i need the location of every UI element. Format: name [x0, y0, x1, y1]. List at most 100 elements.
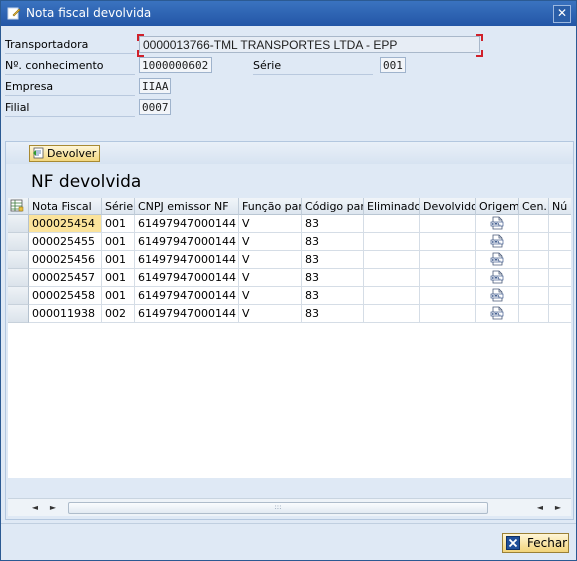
xml-document-icon[interactable] [490, 306, 504, 320]
col-header-numero[interactable]: Nú [549, 198, 571, 215]
row-selector[interactable] [8, 233, 29, 251]
col-header-serie[interactable]: Série [102, 198, 135, 215]
xml-document-icon[interactable] [490, 288, 504, 302]
close-button[interactable]: ✕ [553, 5, 571, 23]
cell-nota-fiscal[interactable]: 000025455 [29, 233, 102, 251]
cell-eliminado[interactable] [364, 287, 420, 305]
cell-devolvido[interactable] [420, 233, 476, 251]
cell-cnpj[interactable]: 61497947000144 [135, 251, 239, 269]
col-header-funcao-par[interactable]: Função par [239, 198, 302, 215]
cell-serie[interactable]: 001 [102, 269, 135, 287]
cell-nota-fiscal[interactable]: 000011938 [29, 305, 102, 323]
transportadora-field[interactable]: 0000013766-TML TRANSPORTES LTDA - EPP [139, 36, 480, 53]
cell-eliminado[interactable] [364, 251, 420, 269]
xml-document-icon[interactable] [490, 270, 504, 284]
scroll-left-icon[interactable]: ◄ [28, 501, 42, 514]
empresa-field[interactable]: IIAA [139, 78, 171, 94]
cell-cnpj[interactable]: 61497947000144 [135, 287, 239, 305]
cell-serie[interactable]: 001 [102, 215, 135, 233]
cell-cnpj[interactable]: 61497947000144 [135, 215, 239, 233]
cell-nota-fiscal[interactable]: 000025457 [29, 269, 102, 287]
serie-field[interactable]: 001 [380, 57, 406, 73]
cell-numero[interactable] [549, 215, 571, 233]
col-header-centro[interactable]: Cen. [519, 198, 549, 215]
cell-eliminado[interactable] [364, 305, 420, 323]
filial-field[interactable]: 0007 [139, 99, 171, 115]
cell-origem[interactable] [476, 233, 519, 251]
cell-codigo-par[interactable]: 83 [302, 305, 364, 323]
table-layout-icon[interactable] [10, 199, 24, 212]
cell-centro[interactable] [519, 251, 549, 269]
cell-nota-fiscal[interactable]: 000025456 [29, 251, 102, 269]
cell-serie[interactable]: 001 [102, 233, 135, 251]
conhecimento-field[interactable]: 1000000602 [139, 57, 212, 73]
cell-serie[interactable]: 001 [102, 287, 135, 305]
col-header-codigo-par[interactable]: Código par [302, 198, 364, 215]
cell-funcao-par[interactable]: V [239, 233, 302, 251]
col-header-origem[interactable]: Origem [476, 198, 519, 215]
row-selector[interactable] [8, 215, 29, 233]
xml-document-icon[interactable] [490, 216, 504, 230]
row-selector[interactable] [8, 287, 29, 305]
cell-centro[interactable] [519, 287, 549, 305]
cell-funcao-par[interactable]: V [239, 215, 302, 233]
scroll-right-icon[interactable]: ► [46, 501, 60, 514]
cell-funcao-par[interactable]: V [239, 269, 302, 287]
cell-codigo-par[interactable]: 83 [302, 215, 364, 233]
cancel-icon[interactable] [506, 536, 520, 550]
cell-devolvido[interactable] [420, 305, 476, 323]
cell-funcao-par[interactable]: V [239, 251, 302, 269]
cell-eliminado[interactable] [364, 215, 420, 233]
cell-devolvido[interactable] [420, 251, 476, 269]
xml-document-icon[interactable] [490, 252, 504, 266]
devolver-label[interactable]: Devolver [47, 147, 96, 160]
fechar-label[interactable]: Fechar [527, 534, 567, 552]
col-header-eliminado[interactable]: Eliminado [364, 198, 420, 215]
cell-centro[interactable] [519, 215, 549, 233]
cell-centro[interactable] [519, 233, 549, 251]
cell-devolvido[interactable] [420, 215, 476, 233]
devolver-button[interactable]: Devolver [29, 145, 101, 162]
cell-nota-fiscal[interactable]: 000025454 [29, 215, 102, 233]
cell-origem[interactable] [476, 287, 519, 305]
cell-centro[interactable] [519, 269, 549, 287]
cell-devolvido[interactable] [420, 269, 476, 287]
cell-serie[interactable]: 002 [102, 305, 135, 323]
horizontal-scrollbar[interactable]: ◄ ► ::: ◄ ► [8, 498, 571, 516]
cell-centro[interactable] [519, 305, 549, 323]
cell-serie[interactable]: 001 [102, 251, 135, 269]
cell-funcao-par[interactable]: V [239, 287, 302, 305]
cell-numero[interactable] [549, 233, 571, 251]
cell-numero[interactable] [549, 305, 571, 323]
scroll-page-right-icon[interactable]: ► [551, 501, 565, 514]
cell-nota-fiscal[interactable]: 000025458 [29, 287, 102, 305]
scroll-page-left-icon[interactable]: ◄ [533, 501, 547, 514]
col-header-devolvido[interactable]: Devolvido [420, 198, 476, 215]
cell-origem[interactable] [476, 215, 519, 233]
row-selector[interactable] [8, 251, 29, 269]
cell-funcao-par[interactable]: V [239, 305, 302, 323]
cell-eliminado[interactable] [364, 269, 420, 287]
cell-origem[interactable] [476, 269, 519, 287]
cell-codigo-par[interactable]: 83 [302, 251, 364, 269]
fechar-button[interactable]: Fechar [502, 533, 569, 553]
select-all-button[interactable] [8, 198, 29, 215]
row-selector[interactable] [8, 305, 29, 323]
scroll-thumb[interactable]: ::: [68, 502, 488, 514]
cell-numero[interactable] [549, 287, 571, 305]
cell-codigo-par[interactable]: 83 [302, 287, 364, 305]
close-icon[interactable]: ✕ [557, 6, 567, 20]
cell-devolvido[interactable] [420, 287, 476, 305]
cell-eliminado[interactable] [364, 233, 420, 251]
cell-codigo-par[interactable]: 83 [302, 269, 364, 287]
cell-numero[interactable] [549, 251, 571, 269]
cell-origem[interactable] [476, 251, 519, 269]
cell-numero[interactable] [549, 269, 571, 287]
cell-codigo-par[interactable]: 83 [302, 233, 364, 251]
cell-cnpj[interactable]: 61497947000144 [135, 233, 239, 251]
cell-cnpj[interactable]: 61497947000144 [135, 305, 239, 323]
col-header-nota-fiscal[interactable]: Nota Fiscal [29, 198, 102, 215]
xml-document-icon[interactable] [490, 234, 504, 248]
cell-cnpj[interactable]: 61497947000144 [135, 269, 239, 287]
col-header-cnpj[interactable]: CNPJ emissor NF [135, 198, 239, 215]
